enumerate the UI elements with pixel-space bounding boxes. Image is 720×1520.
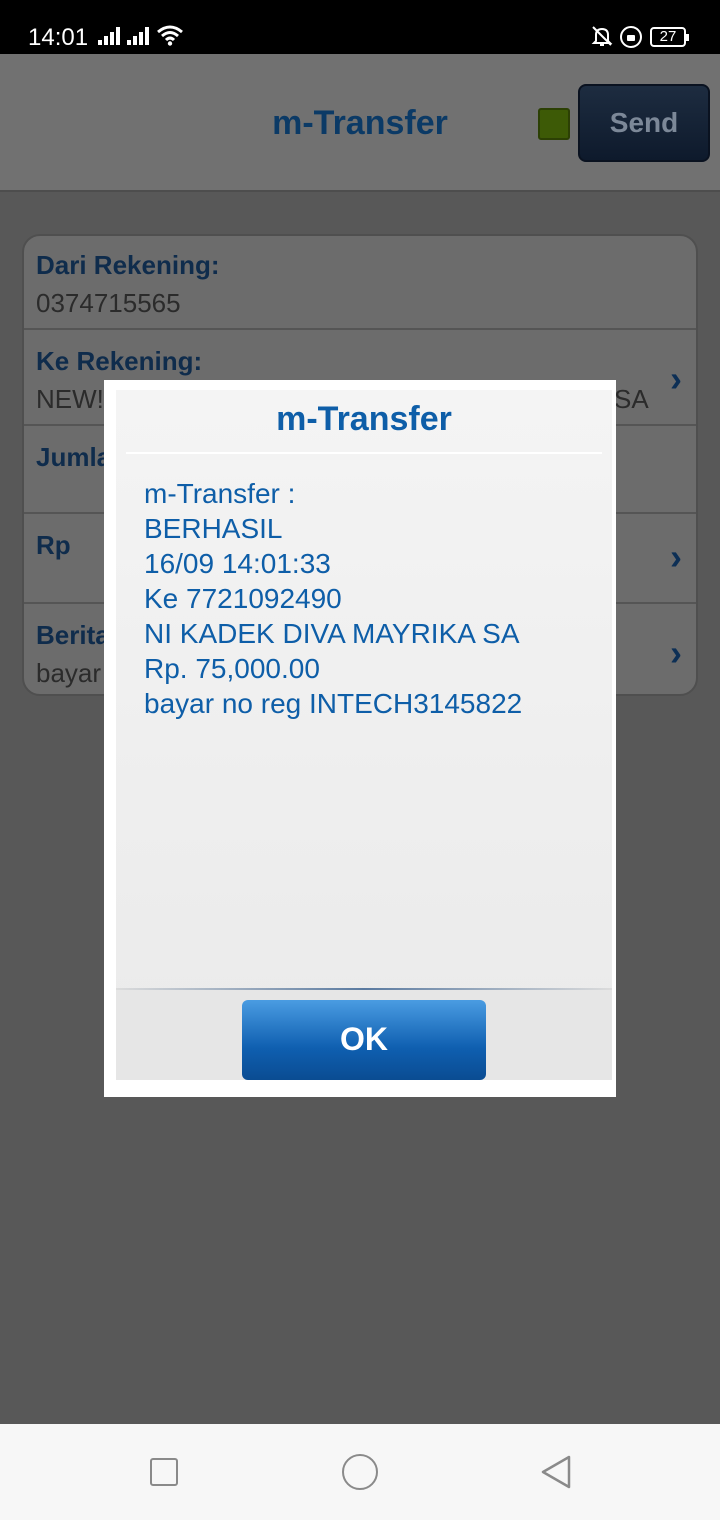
status-indicator (538, 108, 570, 140)
dialog-body: m-Transfer m-Transfer : BERHASIL 16/09 1… (116, 390, 612, 1080)
dialog-message: m-Transfer : BERHASIL 16/09 14:01:33 Ke … (144, 476, 604, 721)
message-line: m-Transfer : (144, 478, 296, 509)
status-time: 14:01 (28, 24, 89, 51)
chevron-right-icon: › (670, 632, 682, 673)
home-icon[interactable] (342, 1454, 378, 1490)
recents-icon[interactable] (150, 1458, 178, 1486)
chevron-right-icon: › (670, 358, 682, 399)
message-line: BERHASIL (144, 513, 283, 544)
message-line: bayar no reg INTECH3145822 (144, 688, 523, 719)
row-label: Ke Rekening: (36, 346, 203, 376)
row-label: Berita (36, 620, 110, 650)
message-line: Ke 7721092490 (144, 583, 342, 614)
dialog-title: m-Transfer (276, 400, 452, 438)
chevron-right-icon: › (670, 536, 682, 577)
back-icon[interactable] (540, 1454, 572, 1490)
bell-muted-icon (591, 26, 613, 46)
signal-icon (98, 27, 122, 45)
form-row-source-account[interactable]: Dari Rekening: 0374715565 (24, 236, 696, 330)
row-value: 0374715565 (36, 288, 181, 318)
navigation-bar (0, 1424, 720, 1520)
app-header: m-Transfer Send (0, 54, 720, 192)
row-value: NEW! (36, 384, 104, 414)
status-bar: 14:01 27 (0, 0, 720, 54)
divider (126, 452, 602, 454)
ok-button[interactable]: OK (242, 1000, 486, 1080)
row-label: Jumla (36, 442, 112, 472)
row-label: Rp (36, 530, 71, 560)
send-button[interactable]: Send (578, 84, 710, 162)
row-value: bayar (36, 658, 102, 688)
message-line: Rp. 75,000.00 (144, 653, 320, 684)
row-label: Dari Rekening: (36, 250, 220, 280)
message-line: 16/09 14:01:33 (144, 548, 331, 579)
message-line: NI KADEK DIVA MAYRIKA SA (144, 618, 520, 649)
lock-rotation-icon (620, 26, 642, 48)
result-dialog: m-Transfer m-Transfer : BERHASIL 16/09 1… (104, 380, 616, 1097)
signal-icon (127, 27, 151, 45)
wifi-icon (157, 25, 183, 46)
battery-icon: 27 (650, 27, 689, 47)
dialog-footer: OK (116, 990, 612, 1080)
row-value-suffix: SA (614, 384, 649, 414)
